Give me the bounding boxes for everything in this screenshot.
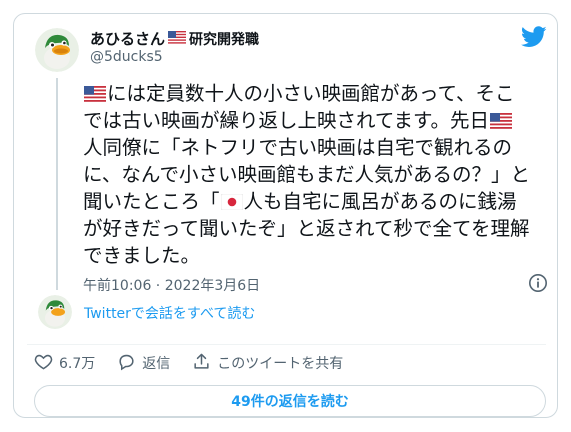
tweet-date[interactable]: 2022年3月6日 xyxy=(165,278,260,294)
reply-button[interactable]: 返信 xyxy=(117,352,170,375)
like-count: 6.7万 xyxy=(59,356,96,372)
reply-label: 返信 xyxy=(142,356,171,372)
heart-icon xyxy=(34,352,53,375)
like-button[interactable]: 6.7万 xyxy=(34,352,95,375)
share-button[interactable]: このツイートを共有 xyxy=(192,352,343,375)
meta-separator: · xyxy=(151,278,165,294)
jp-flag-icon xyxy=(220,190,243,211)
tweet-line: 人同僚に「ネトフリで古い映画は自宅で観れるの xyxy=(83,134,553,161)
tweet-text-segment: 聞いたところ「 xyxy=(83,190,220,213)
reply-bubble-icon xyxy=(117,352,136,375)
tweet-time[interactable]: 午前10:06 xyxy=(83,278,151,294)
info-icon[interactable] xyxy=(528,273,548,293)
tweet-line: に、なんで小さい映画館もまだ人気があるの？」と xyxy=(83,161,553,188)
share-icon xyxy=(192,352,211,375)
twitter-bird-icon[interactable] xyxy=(520,26,547,48)
tweet-text-segment: 人同僚に「ネトフリで古い映画は自宅で観れるの xyxy=(83,136,513,159)
tweet-text-segment: には定員数十人の小さい映画館があって、そこ xyxy=(107,82,515,105)
action-bar: 6.7万 返信 このツイートを共有 xyxy=(34,347,365,379)
tweet-timestamp[interactable]: 午前10:06 · 2022年3月6日 xyxy=(83,275,260,295)
user-title[interactable]: 研究開発職 xyxy=(189,29,259,49)
avatar-small[interactable] xyxy=(38,295,72,329)
share-label: このツイートを共有 xyxy=(217,356,344,372)
tweet-line: が好きだって聞いたぞ」と返されて秒で全てを理解 xyxy=(83,215,553,242)
display-name[interactable]: あひるさん xyxy=(90,28,165,49)
divider xyxy=(27,344,546,345)
read-conversation-link[interactable]: Twitterで会話をすべて読む xyxy=(84,303,255,323)
tweet-text-segment: できました。 xyxy=(83,244,201,267)
tweet-line: では古い映画が繰り返し上映されてます。先日 xyxy=(83,107,553,134)
thread-line xyxy=(56,78,58,290)
us-flag-icon xyxy=(490,109,512,129)
tweet-line: 聞いたところ「 人も自宅に風呂があるのに銭湯 xyxy=(83,188,553,215)
tweet-card: あひるさん 研究開発職 @5ducks5 には定員数十人の小さい映画館があって、… xyxy=(13,13,558,418)
read-replies-button[interactable]: 49件の返信を読む xyxy=(34,385,546,417)
tweet-text-segment: が好きだって聞いたぞ」と返されて秒で全てを理解 xyxy=(83,217,530,240)
avatar[interactable] xyxy=(35,28,79,72)
us-flag-icon xyxy=(168,29,187,48)
tweet-line: できました。 xyxy=(83,242,553,269)
tweet-text-segment: では古い映画が繰り返し上映されてます。先日 xyxy=(83,109,489,132)
tweet-text-segment: に、なんで小さい映画館もまだ人気があるの？」と xyxy=(83,163,530,186)
us-flag-icon xyxy=(84,82,106,102)
tweet-text: には定員数十人の小さい映画館があって、そこでは古い映画が繰り返し上映されてます。… xyxy=(83,80,553,269)
tweet-line: には定員数十人の小さい映画館があって、そこ xyxy=(83,80,553,107)
user-name-row[interactable]: あひるさん 研究開発職 xyxy=(90,28,259,49)
user-handle[interactable]: @5ducks5 xyxy=(90,49,163,65)
tweet-text-segment: 人も自宅に風呂があるのに銭湯 xyxy=(243,190,517,213)
